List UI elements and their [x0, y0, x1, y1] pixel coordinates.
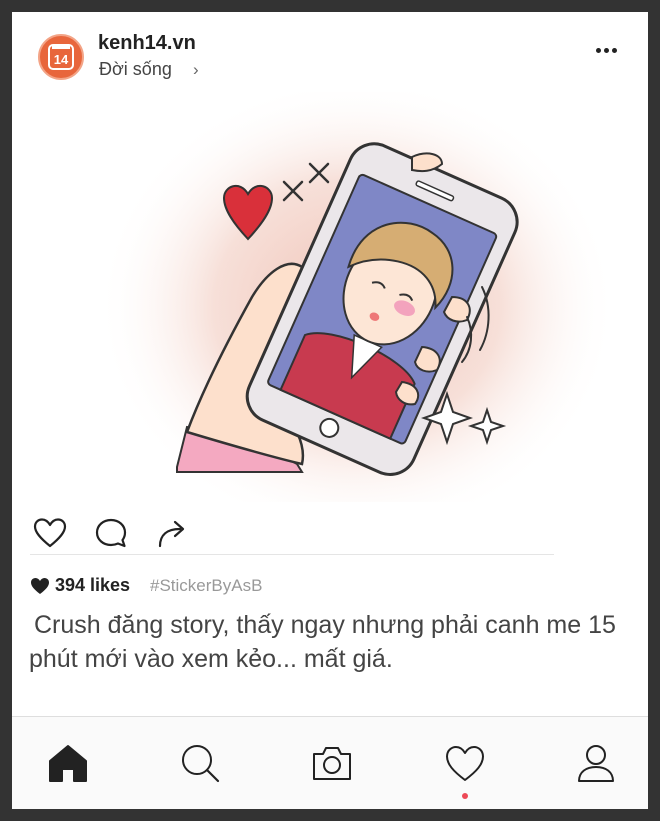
activity-icon[interactable] [443, 741, 487, 785]
profile-icon[interactable] [574, 741, 618, 785]
like-icon[interactable] [32, 517, 68, 554]
location-label[interactable]: Đời sống [99, 59, 172, 80]
account-name[interactable]: kenh14.vn [98, 32, 196, 55]
camera-icon[interactable] [310, 741, 354, 785]
search-icon[interactable] [178, 741, 222, 785]
notification-dot [462, 793, 468, 799]
avatar-text: 14 [53, 51, 69, 67]
post-card: 14 kenh14.vn Đời sống › 394 likes #Stick… [12, 12, 648, 809]
sticker-illustration [97, 77, 617, 537]
comment-icon[interactable] [94, 517, 128, 554]
avatar[interactable]: 14 [38, 34, 84, 80]
post-header: 14 kenh14.vn Đời sống › [12, 12, 648, 92]
bottom-nav [12, 716, 648, 809]
post-caption: Crush đăng story, thấy ngay nhưng phải c… [29, 611, 616, 673]
avatar-logo: 14 [48, 44, 74, 70]
post-image[interactable] [12, 77, 648, 537]
heart-filled-icon [31, 578, 49, 594]
home-icon[interactable] [46, 741, 90, 785]
divider [30, 554, 554, 555]
chevron-right-icon: › [193, 60, 199, 79]
hashtag[interactable]: #StickerByAsB [150, 576, 262, 596]
post-actions [12, 502, 648, 562]
likes-count[interactable]: 394 likes [55, 575, 130, 596]
more-dots-icon[interactable] [596, 48, 618, 54]
share-icon[interactable] [156, 517, 190, 554]
